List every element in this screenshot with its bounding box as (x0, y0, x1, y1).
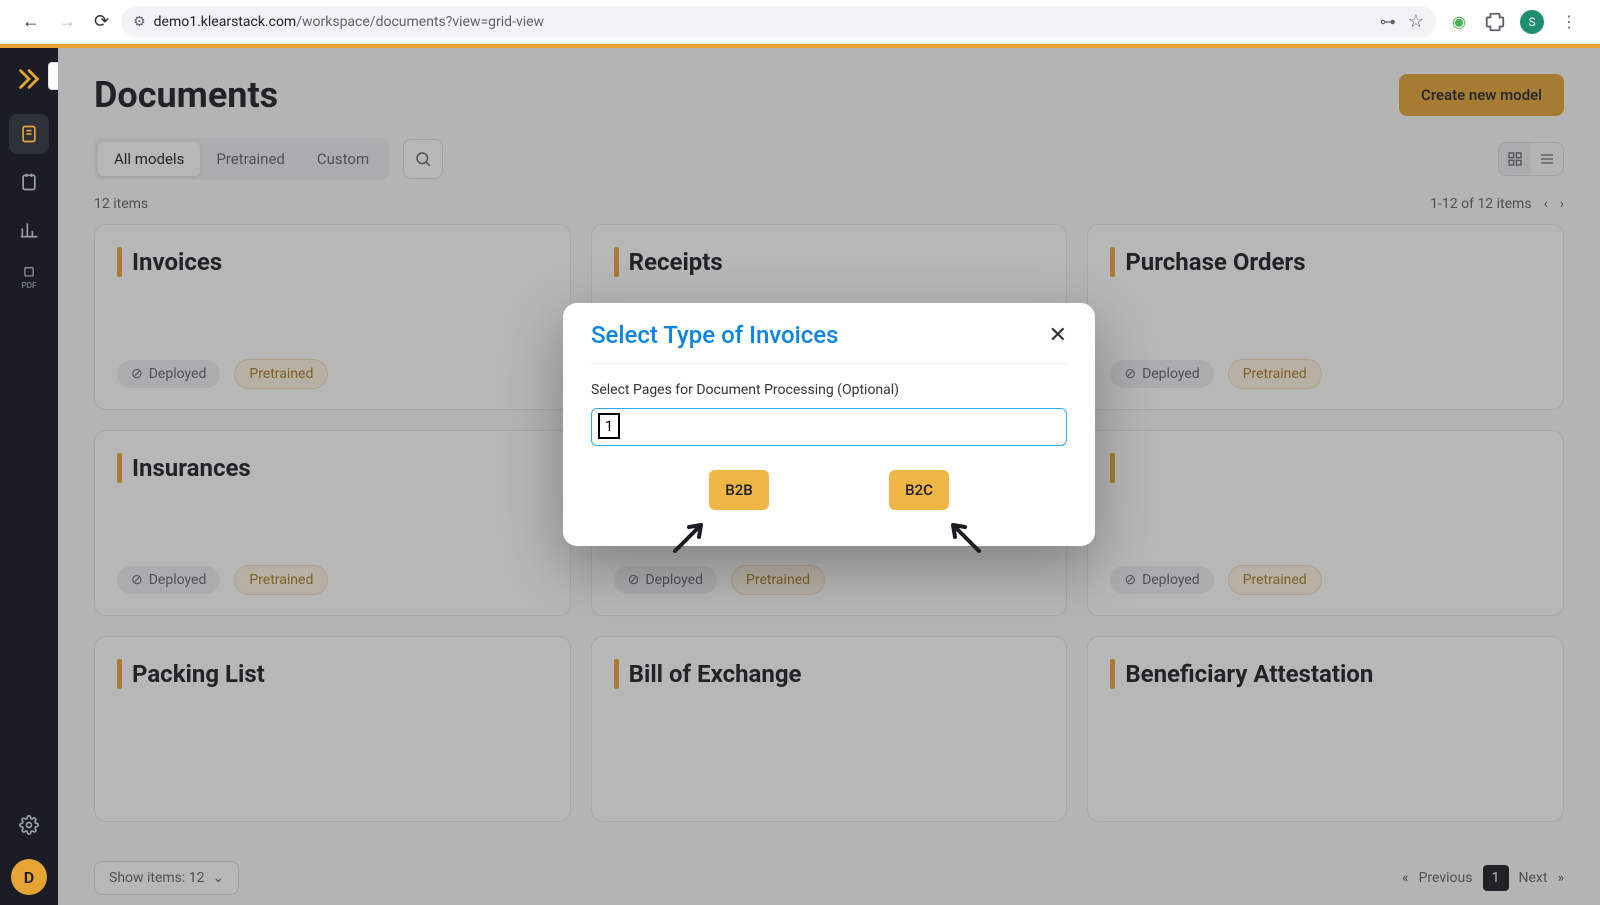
annotation-arrow-right (943, 515, 983, 555)
kebab-menu-icon[interactable]: ⋮ (1558, 11, 1580, 33)
modal-close-button[interactable]: ✕ (1049, 323, 1067, 348)
pages-input-value: 1 (598, 413, 620, 439)
extension-icon-1[interactable]: ◉ (1448, 11, 1470, 33)
back-icon[interactable]: ← (22, 11, 40, 32)
invoice-type-modal: Select Type of Invoices ✕ Select Pages f… (563, 303, 1095, 546)
sidebar-item-settings[interactable] (9, 805, 49, 845)
sidebar-item-analytics[interactable] (9, 210, 49, 250)
star-icon[interactable]: ☆ (1408, 11, 1424, 32)
close-icon: ✕ (1049, 323, 1067, 348)
annotation-arrow-left (671, 515, 711, 555)
sidebar-item-documents[interactable] (9, 114, 49, 154)
browser-toolbar: ← → ⟳ ⚙ demo1.klearstack.com/workspace/d… (0, 0, 1600, 44)
main-content: Documents Create new model All models Pr… (58, 48, 1600, 905)
modal-field-label: Select Pages for Document Processing (Op… (591, 382, 1067, 398)
b2b-button[interactable]: B2B (709, 470, 769, 510)
sidebar-item-notes[interactable] (9, 162, 49, 202)
sidebar-item-pdf[interactable]: PDF (9, 258, 49, 298)
user-avatar[interactable]: D (11, 859, 47, 895)
forward-icon[interactable]: → (58, 11, 76, 32)
url-bar[interactable]: ⚙ demo1.klearstack.com/workspace/documen… (121, 6, 1436, 38)
key-icon[interactable]: ⊶ (1380, 12, 1396, 31)
pages-input[interactable]: 1 (591, 408, 1067, 446)
extensions-icon[interactable] (1484, 11, 1506, 33)
site-settings-icon[interactable]: ⚙ (133, 14, 146, 30)
modal-title: Select Type of Invoices (591, 321, 839, 349)
reload-icon[interactable]: ⟳ (94, 11, 109, 32)
sidebar: › PDF D (0, 48, 58, 905)
profile-avatar[interactable]: S (1520, 10, 1544, 34)
url-text: demo1.klearstack.com/workspace/documents… (154, 14, 544, 30)
app-logo[interactable] (12, 62, 46, 96)
b2c-button[interactable]: B2C (889, 470, 949, 510)
modal-overlay[interactable]: Select Type of Invoices ✕ Select Pages f… (58, 48, 1600, 905)
